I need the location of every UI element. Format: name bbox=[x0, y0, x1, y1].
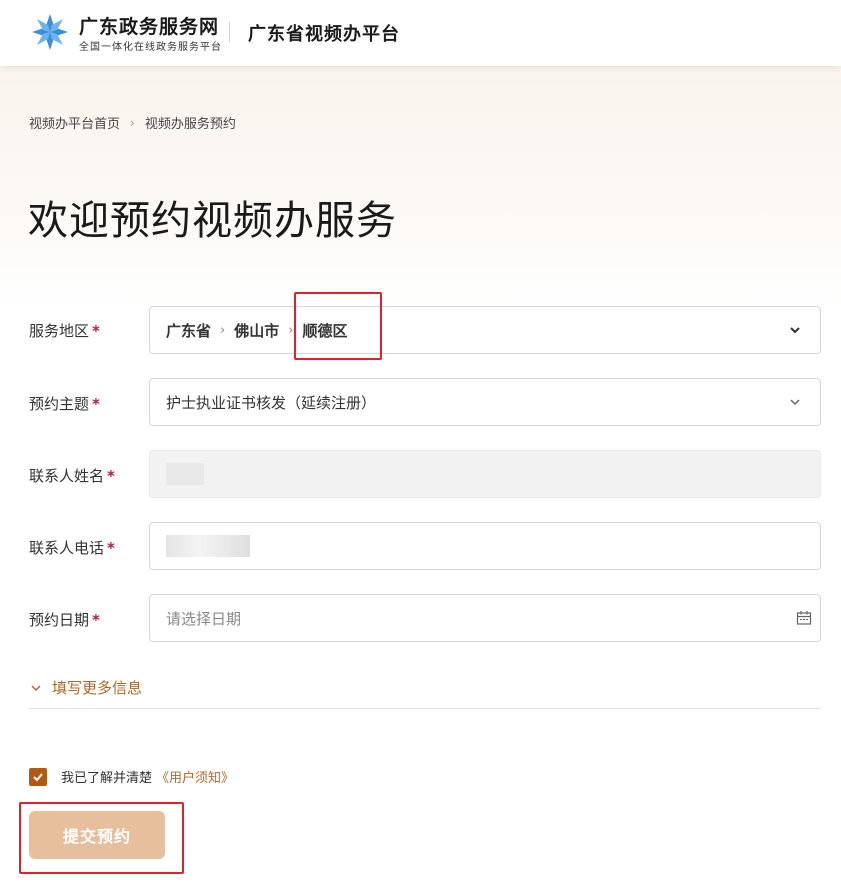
site-header: 广东政务服务网 全国一体化在线政务服务平台 广东省视频办平台 bbox=[0, 0, 841, 66]
region-chevron-icon: › bbox=[288, 322, 294, 338]
agreement-text: 我已了解并清楚 bbox=[61, 771, 153, 786]
breadcrumb-chevron-icon: › bbox=[130, 115, 135, 130]
contact-name-field bbox=[149, 450, 821, 498]
platform-name[interactable]: 广东省视频办平台 bbox=[248, 20, 400, 46]
contact-name-label: 联系人姓名 * bbox=[29, 467, 115, 485]
breadcrumb: 视频办平台首页 › 视频办服务预约 bbox=[29, 113, 236, 133]
region-province[interactable]: 广东省 bbox=[166, 320, 211, 341]
blurred-phone bbox=[166, 535, 250, 557]
required-mark: * bbox=[107, 539, 115, 557]
page-title: 欢迎预约视频办服务 bbox=[28, 198, 397, 244]
region-district[interactable]: 顺德区 bbox=[302, 320, 347, 341]
page-banner bbox=[0, 66, 841, 306]
contact-phone-field[interactable] bbox=[149, 522, 821, 570]
required-mark: * bbox=[107, 467, 115, 485]
region-label: 服务地区 * bbox=[29, 322, 100, 340]
date-placeholder: 请选择日期 bbox=[166, 609, 242, 628]
required-mark: * bbox=[92, 611, 100, 629]
region-city[interactable]: 佛山市 bbox=[234, 320, 279, 341]
date-picker[interactable]: 请选择日期 bbox=[149, 594, 821, 642]
header-divider bbox=[229, 22, 230, 42]
agreement-checkbox[interactable] bbox=[29, 767, 47, 786]
section-divider bbox=[29, 708, 821, 709]
region-select[interactable]: 广东省 › 佛山市 › 顺德区 bbox=[149, 306, 821, 354]
contact-phone-label: 联系人电话 * bbox=[29, 539, 115, 557]
submit-button[interactable]: 提交预约 bbox=[29, 811, 165, 859]
chevron-down-icon bbox=[31, 684, 41, 691]
more-info-label: 填写更多信息 bbox=[52, 679, 143, 697]
site-subtitle: 全国一体化在线政务服务平台 bbox=[79, 42, 222, 53]
chevron-down-icon[interactable] bbox=[788, 395, 802, 409]
required-mark: * bbox=[92, 395, 100, 413]
more-info-toggle[interactable]: 填写更多信息 bbox=[30, 677, 142, 698]
topic-label: 预约主题 * bbox=[29, 395, 100, 413]
logo-icon[interactable] bbox=[30, 12, 70, 52]
calendar-icon[interactable] bbox=[796, 610, 812, 626]
date-label: 预约日期 * bbox=[29, 611, 100, 629]
required-mark: * bbox=[92, 322, 100, 340]
chevron-down-icon[interactable] bbox=[788, 323, 802, 337]
breadcrumb-current: 视频办服务预约 bbox=[144, 117, 236, 132]
agreement-row: 我已了解并清楚 《用户须知》 bbox=[29, 767, 234, 786]
region-chevron-icon: › bbox=[220, 322, 226, 338]
user-notice-link[interactable]: 《用户须知》 bbox=[156, 767, 234, 786]
topic-select[interactable]: 护士执业证书核发（延续注册） bbox=[149, 378, 821, 426]
breadcrumb-home[interactable]: 视频办平台首页 bbox=[29, 113, 120, 132]
site-name[interactable]: 广东政务服务网 bbox=[79, 12, 219, 39]
topic-value: 护士执业证书核发（延续注册） bbox=[166, 393, 377, 412]
blurred-name bbox=[166, 463, 204, 485]
check-icon bbox=[33, 772, 43, 781]
